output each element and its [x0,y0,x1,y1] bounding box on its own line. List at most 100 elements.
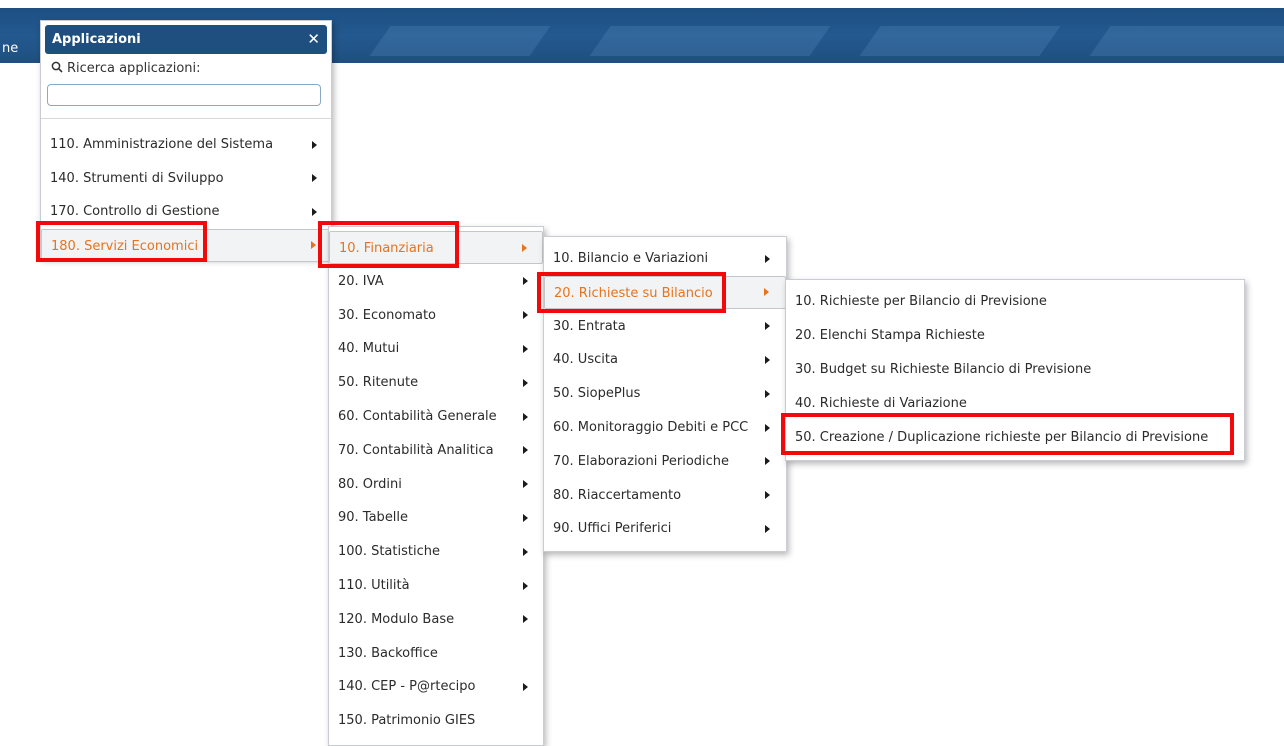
menu-item-label: 80. Ordini [338,476,402,492]
menu-item-label: 40. Mutui [338,341,400,357]
app-item-110-amministrazione-del-sistema[interactable]: 110. Amministrazione del Sistema [41,128,331,161]
servizi-item-30-economato[interactable]: 30. Economato [329,299,543,332]
richieste-bilancio-submenu: 10. Richieste per Bilancio di Previsione… [785,279,1245,461]
menu-item-label: 50. SiopePlus [553,386,641,402]
menu-item-label: 70. Contabilità Analitica [338,442,494,458]
richieste-item-50-creazione-duplicazione-richieste-per-bilancio-di-previsione[interactable]: 50. Creazione / Duplicazione richieste p… [786,421,1244,454]
menu-item-label: 10. Bilancio e Variazioni [553,251,709,266]
menu-item-label: 150. Patrimonio GIES [338,713,476,729]
menu-item-label: 140. Strumenti di Sviluppo [50,170,224,186]
finanziaria-item-80-riaccertamento[interactable]: 80. Riaccertamento [544,479,786,512]
applications-menu-title: Applicazioni [52,32,141,47]
menu-item-label: 110. Amministrazione del Sistema [50,137,274,152]
menu-item-label: 10. Richieste per Bilancio di Previsione [795,294,1047,309]
menu-item-label: 170. Controllo di Gestione [50,204,220,219]
servizi-item-150-patrimonio-gies[interactable]: 150. Patrimonio GIES [329,704,543,737]
submenu-arrow-icon [765,389,770,398]
menu-item-label: 60. Contabilità Generale [338,409,497,424]
servizi-item-50-ritenute[interactable]: 50. Ritenute [329,366,543,399]
app-item-180-servizi-economici[interactable]: 180. Servizi Economici [41,228,331,262]
submenu-arrow-icon [523,378,528,387]
submenu-arrow-icon [765,322,770,331]
submenu-arrow-icon [523,615,528,624]
servizi-item-140-cep-p-rtecipo[interactable]: 140. CEP - P@rtecipo [329,670,543,703]
search-input[interactable] [47,84,321,106]
menu-item-label: 30. Entrata [553,318,626,334]
close-icon[interactable]: ✕ [307,25,320,54]
submenu-arrow-icon [523,480,528,489]
menu-item-label: 30. Economato [338,307,436,323]
servizi-item-90-tabelle[interactable]: 90. Tabelle [329,501,543,534]
finanziaria-submenu: 10. Bilancio e Variazioni 20. Richieste s… [543,236,787,552]
submenu-arrow-icon [523,412,528,421]
menu-item-label: 120. Modulo Base [338,611,455,627]
richieste-item-10-richieste-per-bilancio-di-previsione[interactable]: 10. Richieste per Bilancio di Previsione [786,285,1244,318]
finanziaria-item-90-uffici-periferici[interactable]: 90. Uffici Periferici [544,512,786,545]
submenu-arrow-icon [765,524,770,533]
finanziaria-item-70-elaborazioni-periodiche[interactable]: 70. Elaborazioni Periodiche [544,445,786,478]
menu-item-label: 20. Richieste su Bilancio [554,285,713,301]
submenu-arrow-icon [523,547,528,556]
applications-menu-header: Applicazioni ✕ [45,25,327,54]
menu-item-label: 60. Monitoraggio Debiti e PCC [553,420,749,435]
submenu-arrow-icon [523,581,528,590]
menu-item-label: 90. Uffici Periferici [553,521,672,537]
submenu-arrow-icon [523,344,528,353]
submenu-arrow-icon [765,254,770,263]
app-item-170-controllo-di-gestione[interactable]: 170. Controllo di Gestione [41,195,331,228]
menu-item-label: 100. Statistiche [338,544,440,560]
servizi-item-80-ordini[interactable]: 80. Ordini [329,468,543,501]
servizi-item-20-iva[interactable]: 20. IVA [329,265,543,298]
applications-menu: Applicazioni ✕ Ricerca applicazioni: 110… [40,20,332,262]
richieste-item-30-budget-su-richieste-bilancio-di-previsione[interactable]: 30. Budget su Richieste Bilancio di Prev… [786,353,1244,386]
submenu-arrow-icon [523,682,528,691]
submenu-arrow-icon [765,491,770,500]
menu-item-label: 40. Uscita [553,352,618,368]
submenu-arrow-icon [311,241,316,249]
finanziaria-item-40-uscita[interactable]: 40. Uscita [544,343,786,376]
search-icon [51,61,63,73]
servizi-item-100-statistiche[interactable]: 100. Statistiche [329,535,543,568]
submenu-arrow-icon [764,288,769,297]
submenu-arrow-icon [523,277,528,286]
finanziaria-item-10-bilancio-e-variazioni[interactable]: 10. Bilancio e Variazioni [544,242,786,275]
menu-item-label: 70. Elaborazioni Periodiche [553,453,730,469]
submenu-arrow-icon [523,311,528,320]
servizi-item-10-finanziaria[interactable]: 10. Finanziaria [329,231,543,264]
app-item-140-strumenti-di-sviluppo[interactable]: 140. Strumenti di Sviluppo [41,162,331,195]
submenu-arrow-icon [312,174,317,182]
menu-divider [41,118,331,119]
servizi-item-120-modulo-base[interactable]: 120. Modulo Base [329,603,543,636]
servizi-item-60-contabilita-generale[interactable]: 60. Contabilità Generale [329,400,543,433]
menu-item-label: 110. Utilità [338,578,410,593]
servizi-item-110-utilita[interactable]: 110. Utilità [329,569,543,602]
submenu-arrow-icon [523,513,528,522]
menu-item-label: 10. Finanziaria [339,241,434,256]
finanziaria-item-30-entrata[interactable]: 30. Entrata [544,310,786,343]
submenu-arrow-icon [765,457,770,466]
menu-item-label: 50. Ritenute [338,375,419,391]
submenu-arrow-icon [765,355,770,364]
richieste-item-40-richieste-di-variazione[interactable]: 40. Richieste di Variazione [786,387,1244,420]
servizi-economici-submenu: 10. Finanziaria 20. IVA 30. Economato 40. M… [328,226,544,746]
finanziaria-item-50-siopeplus[interactable]: 50. SiopePlus [544,377,786,410]
submenu-arrow-icon [765,423,770,432]
search-label: Ricerca applicazioni: [51,61,201,76]
servizi-item-40-mutui[interactable]: 40. Mutui [329,332,543,365]
finanziaria-item-20-richieste-su-bilancio[interactable]: 20. Richieste su Bilancio [544,275,786,309]
menu-item-label: 90. Tabelle [338,510,409,526]
menu-item-label: 130. Backoffice [338,645,438,661]
menu-item-label: 140. CEP - P@rtecipo [338,679,476,695]
submenu-arrow-icon [312,207,317,216]
menu-item-label: 40. Richieste di Variazione [795,396,967,411]
richieste-item-20-elenchi-stampa-richieste[interactable]: 20. Elenchi Stampa Richieste [786,319,1244,352]
servizi-item-70-contabilita-analitica[interactable]: 70. Contabilità Analitica [329,434,543,467]
menu-item-label: 20. Elenchi Stampa Richieste [795,328,985,343]
topbar-text: ne [2,41,19,56]
servizi-item-130-backoffice[interactable]: 130. Backoffice [329,637,543,670]
menu-item-label: 20. IVA [338,273,384,289]
submenu-arrow-icon [312,140,317,149]
finanziaria-item-60-monitoraggio-debiti-e-pcc[interactable]: 60. Monitoraggio Debiti e PCC [544,411,786,444]
menu-item-label: 30. Budget su Richieste Bilancio di Prev… [795,362,1092,377]
menu-item-label: 80. Riaccertamento [553,487,682,503]
